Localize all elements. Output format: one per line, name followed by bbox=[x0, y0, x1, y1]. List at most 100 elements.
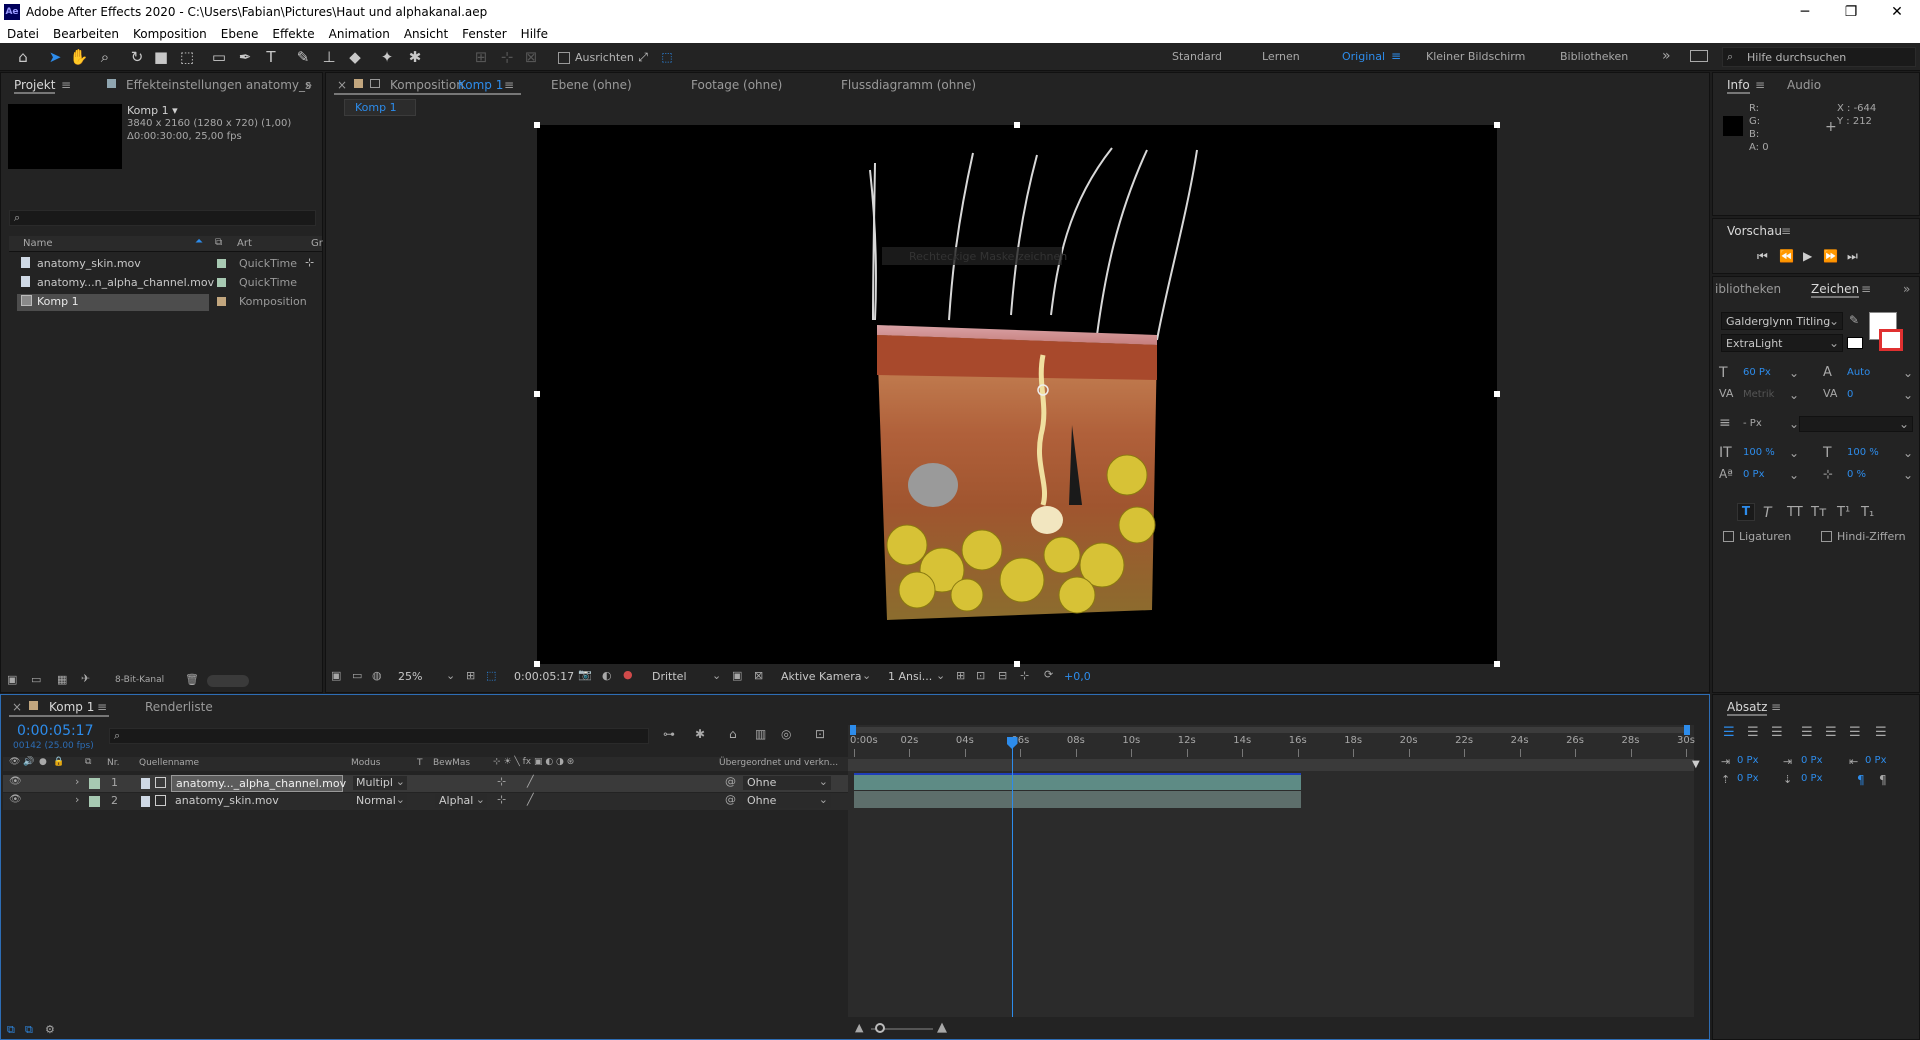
transparency-grid-icon[interactable]: ⊠ bbox=[754, 669, 763, 682]
hand-tool-icon[interactable]: ✋ bbox=[68, 47, 90, 67]
workspace-original[interactable]: Original bbox=[1342, 50, 1385, 63]
zoom-tool-icon[interactable]: ⌕ bbox=[94, 47, 116, 67]
parent-dropdown[interactable]: Ohne ⌄ bbox=[743, 793, 831, 808]
label-color-swatch[interactable] bbox=[217, 259, 226, 268]
leading-value[interactable]: Auto bbox=[1847, 367, 1870, 378]
list-item[interactable]: anatomy...n_alpha_channel.mov QuickTime bbox=[19, 275, 319, 292]
work-area-start-handle[interactable] bbox=[850, 725, 856, 735]
snap-options-icon[interactable]: ⤢ bbox=[632, 47, 654, 67]
shy-layers-icon[interactable]: ⌂ bbox=[729, 727, 737, 741]
label-color-swatch[interactable] bbox=[217, 278, 226, 287]
panel-menu-icon[interactable]: ≡ bbox=[504, 78, 514, 92]
superscript-button[interactable]: T¹ bbox=[1837, 505, 1850, 520]
workspace-standard[interactable]: Standard bbox=[1172, 50, 1222, 63]
audio-col-icon[interactable]: 🔊 bbox=[23, 757, 34, 767]
label-color-swatch[interactable] bbox=[89, 796, 100, 807]
col-trkmat[interactable]: BewMas bbox=[433, 758, 470, 768]
thumbnail-slider[interactable] bbox=[207, 675, 249, 687]
layer-name-field[interactable]: anatomy..._alpha_channel.mov bbox=[171, 775, 346, 792]
motion-blur-icon[interactable]: ◎ bbox=[781, 727, 791, 741]
list-item[interactable]: Komp 1 Komposition bbox=[17, 294, 317, 311]
chevron-down-icon[interactable]: ⌄ bbox=[1903, 468, 1913, 482]
maximize-button[interactable]: ❐ bbox=[1828, 0, 1874, 24]
home-icon[interactable]: ⌂ bbox=[12, 47, 34, 67]
align-checkbox[interactable] bbox=[558, 52, 570, 64]
layer-bar-1[interactable] bbox=[854, 773, 1301, 790]
prev-frame-icon[interactable]: ⏪ bbox=[1779, 249, 1794, 263]
chevron-down-icon[interactable]: ⌄ bbox=[1789, 417, 1799, 431]
draft-3d-icon[interactable]: ✱ bbox=[695, 727, 705, 741]
pen-tool-icon[interactable]: ✒ bbox=[234, 47, 256, 67]
close-tab-icon[interactable]: × bbox=[12, 700, 22, 714]
fast-preview-icon[interactable]: ⊡ bbox=[976, 669, 985, 682]
panel-menu-icon[interactable]: ≡ bbox=[61, 78, 71, 92]
playhead-line[interactable] bbox=[1006, 737, 1018, 1017]
justify-all-icon[interactable]: ☰ bbox=[1875, 725, 1887, 740]
chevron-down-icon[interactable]: ⌄ bbox=[1789, 366, 1799, 380]
eye-icon[interactable]: 👁 bbox=[9, 794, 22, 805]
roto-brush-tool-icon[interactable]: ✦ bbox=[376, 47, 398, 67]
faux-italic-button[interactable]: T bbox=[1763, 505, 1772, 521]
font-family-dropdown[interactable]: Galderglynn Titling ⌄ bbox=[1721, 312, 1843, 330]
workspace-libraries[interactable]: Bibliotheken bbox=[1560, 50, 1628, 63]
view-axis-icon[interactable]: ⊠ bbox=[520, 47, 542, 67]
menu-komposition[interactable]: Komposition bbox=[126, 27, 214, 41]
quality-switch-icon[interactable]: ╱ bbox=[527, 793, 534, 806]
graph-editor-icon[interactable]: ⊡ bbox=[815, 727, 825, 741]
exposure-value[interactable]: +0,0 bbox=[1064, 670, 1091, 683]
justify-left-icon[interactable]: ☰ bbox=[1801, 725, 1813, 740]
tab-zeichen[interactable]: Zeichen bbox=[1811, 282, 1860, 298]
indent-right-value[interactable]: 0 Px bbox=[1865, 755, 1887, 766]
space-before-value[interactable]: 0 Px bbox=[1737, 773, 1759, 784]
tab-absatz[interactable]: Absatz bbox=[1727, 700, 1768, 716]
tab-flussdiagramm[interactable]: Flussdiagramm (ohne) bbox=[841, 78, 976, 92]
tsume-value[interactable]: 0 % bbox=[1847, 469, 1866, 480]
space-after-value[interactable]: 0 Px bbox=[1801, 773, 1823, 784]
tab-bibliotheken[interactable]: ibliotheken bbox=[1715, 282, 1781, 296]
blend-mode-dropdown[interactable]: Multipl ⌄ bbox=[353, 775, 407, 790]
show-snapshot-icon[interactable]: ◐ bbox=[602, 669, 612, 682]
stroke-color-swatch[interactable] bbox=[1879, 329, 1903, 351]
chevron-down-icon[interactable]: ⌄ bbox=[446, 669, 455, 682]
first-frame-icon[interactable]: ⏮ bbox=[1757, 249, 1768, 264]
tab-info[interactable]: Info bbox=[1727, 78, 1750, 94]
comp-viewer[interactable]: Rechteckige Maske zeichnen bbox=[534, 122, 1500, 667]
list-item[interactable]: anatomy_skin.mov QuickTime ⊹ bbox=[19, 256, 319, 273]
world-axis-icon[interactable]: ⊹ bbox=[496, 47, 518, 67]
chevron-down-icon[interactable]: ⌄ bbox=[936, 669, 945, 682]
snapping-icon[interactable]: ⬚ bbox=[656, 47, 678, 67]
eye-col-icon[interactable]: 👁 bbox=[9, 757, 20, 767]
chevron-down-icon[interactable]: ⌄ bbox=[1789, 468, 1799, 482]
frame-blending-icon[interactable]: ▥ bbox=[755, 727, 766, 741]
menu-hilfe[interactable]: Hilfe bbox=[514, 27, 555, 41]
panel-menu-icon[interactable]: ≡ bbox=[1771, 700, 1781, 714]
label-color-swatch[interactable] bbox=[89, 778, 100, 789]
all-caps-button[interactable]: TT bbox=[1787, 505, 1803, 520]
tab-footage[interactable]: Footage (ohne) bbox=[691, 78, 782, 92]
close-tab-icon[interactable]: × bbox=[337, 78, 347, 92]
menu-fenster[interactable]: Fenster bbox=[455, 27, 514, 41]
label-col-icon[interactable]: ⧉ bbox=[85, 757, 91, 767]
menu-datei[interactable]: Datei bbox=[0, 27, 46, 41]
solo-col-icon[interactable]: ● bbox=[39, 757, 47, 767]
pick-whip-icon[interactable]: @ bbox=[725, 775, 736, 788]
comp-breadcrumb[interactable]: Komp 1 bbox=[344, 99, 416, 116]
zoom-in-icon[interactable]: ▲ bbox=[937, 1020, 947, 1035]
stroke-style-dropdown[interactable]: ⌄ bbox=[1799, 416, 1913, 432]
collapse-switch-icon[interactable]: ⊹ bbox=[497, 793, 506, 806]
menu-ansicht[interactable]: Ansicht bbox=[397, 27, 455, 41]
chevron-down-icon[interactable]: ⌄ bbox=[1903, 446, 1913, 460]
chevron-down-icon[interactable]: ⌄ bbox=[1903, 388, 1913, 402]
panel-menu-icon[interactable]: ≡ bbox=[1861, 282, 1871, 296]
panel-overflow-icon[interactable]: » bbox=[305, 78, 312, 92]
justify-right-icon[interactable]: ☰ bbox=[1849, 725, 1861, 740]
vertical-scale-value[interactable]: 100 % bbox=[1743, 447, 1775, 458]
zoom-slider-thumb[interactable] bbox=[875, 1023, 885, 1033]
work-area-bar[interactable] bbox=[852, 727, 1690, 733]
chevron-right-icon[interactable]: › bbox=[75, 775, 79, 788]
menu-ebene[interactable]: Ebene bbox=[214, 27, 266, 41]
tab-ebene[interactable]: Ebene (ohne) bbox=[551, 78, 632, 92]
help-search-field[interactable]: ⌕ Hilfe durchsuchen bbox=[1722, 47, 1916, 67]
menu-effekte[interactable]: Effekte bbox=[265, 27, 321, 41]
tab-projekt[interactable]: Projekt bbox=[14, 78, 56, 94]
